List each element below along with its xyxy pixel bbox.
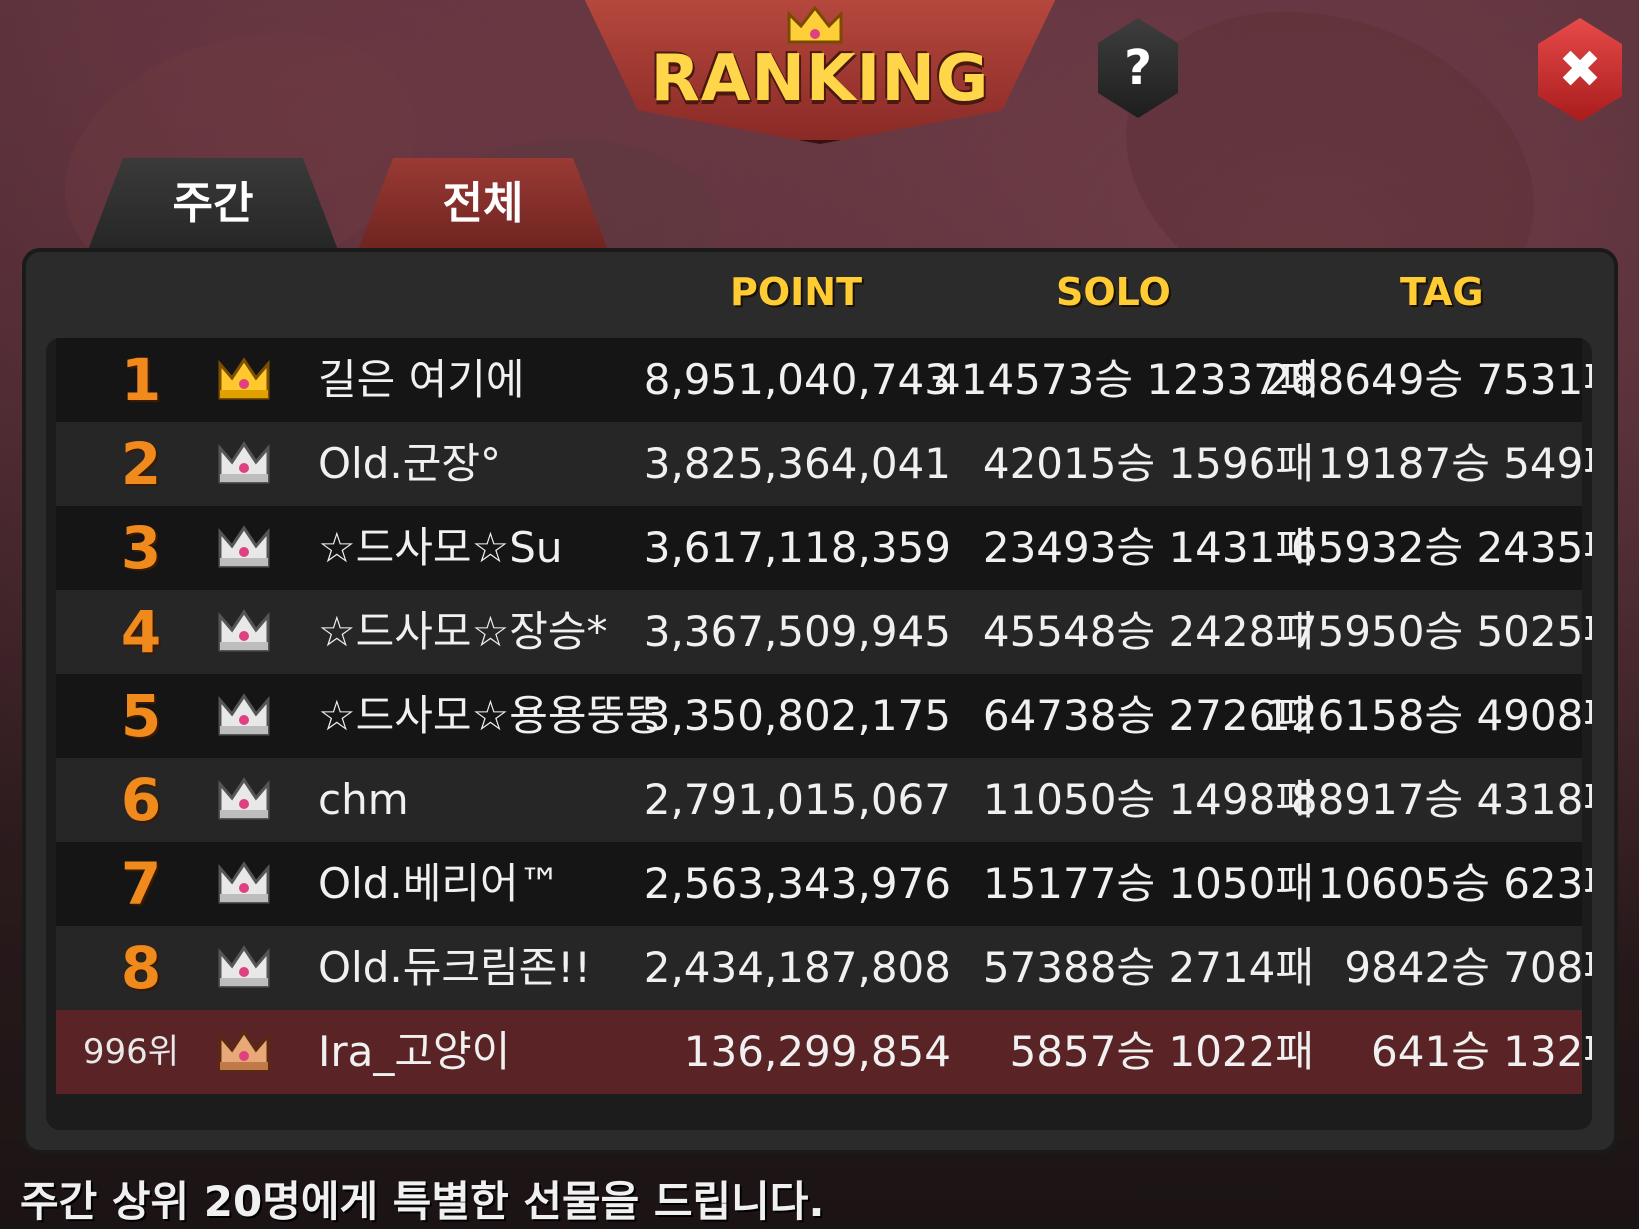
player-point: 2,791,015,067 (643, 775, 951, 824)
rank-number: 2 (120, 430, 162, 498)
silver-crown-icon (218, 609, 270, 652)
rank-number: 996위 (82, 1032, 180, 1072)
column-header-point: POINT (730, 270, 863, 314)
footer-notice: 주간 상위 20명에게 특별한 선물을 드립니다. (20, 1177, 825, 1226)
player-name: chm (318, 775, 409, 824)
player-tag-record: 65932승 2435패 (1290, 523, 1592, 572)
player-tag-record: 10605승 623패 (1317, 859, 1592, 908)
player-tag-record: 126158승 4908패 (1264, 691, 1592, 740)
silver-crown-icon (218, 777, 270, 820)
silver-crown-icon (218, 945, 270, 988)
my-ranking-row[interactable]: 996위 Ira_고양이 136,299,854 5857승 1022패 641… (56, 1010, 1592, 1094)
ranking-row[interactable]: 7 Old.베리어™ 2,563,343,976 15177승 1050패 10… (56, 842, 1592, 926)
ranking-list: 1 길은 여기에 8,951,040,743 414573승 12337패 28… (46, 338, 1592, 1130)
ranking-row[interactable]: 8 Old.듀크림존!! 2,434,187,808 57388승 2714패 … (56, 926, 1592, 1010)
silver-crown-icon (218, 693, 270, 736)
player-name: 길은 여기에 (318, 355, 525, 404)
player-point: 3,367,509,945 (643, 607, 951, 656)
tab-label: 전체 (442, 178, 524, 229)
rank-number: 5 (120, 682, 162, 750)
rank-number: 8 (120, 934, 162, 1002)
rank-number: 1 (120, 346, 162, 414)
rank-number: 6 (120, 766, 162, 834)
ranking-row[interactable]: 1 길은 여기에 8,951,040,743 414573승 12337패 28… (56, 338, 1592, 422)
player-tag-record: 641승 132패 (1371, 1027, 1592, 1076)
column-header-tag: TAG (1400, 270, 1484, 314)
column-header-solo: SOLO (1056, 270, 1171, 314)
player-point: 2,563,343,976 (643, 859, 951, 908)
player-name: ☆드사모☆Su (318, 523, 563, 572)
player-name: Old.군장° (318, 439, 502, 488)
silver-crown-icon (218, 861, 270, 904)
player-tag-record: 9842승 708패 (1344, 943, 1592, 992)
player-tag-record: 75950승 5025패 (1290, 607, 1592, 656)
silver-crown-icon (218, 441, 270, 484)
player-tag-record: 19187승 549패 (1317, 439, 1592, 488)
tab-all[interactable]: 전체 (358, 158, 608, 250)
tab-weekly[interactable]: 주간 (88, 158, 338, 250)
ranking-row[interactable]: 3 ☆드사모☆Su 3,617,118,359 23493승 1431패 659… (56, 506, 1592, 590)
rank-number: 7 (120, 850, 162, 918)
player-name: ☆드사모☆장승* (318, 607, 608, 656)
gold-crown-icon (218, 357, 270, 400)
player-tag-record: 88917승 4318패 (1290, 775, 1592, 824)
ranking-row[interactable]: 5 ☆드사모☆용용뚱뚱 3,350,802,175 64738승 2726패 1… (56, 674, 1592, 758)
ranking-row[interactable]: 2 Old.군장° 3,825,364,041 42015승 1596패 191… (56, 422, 1592, 506)
ranking-row[interactable]: 4 ☆드사모☆장승* 3,367,509,945 45548승 2428패 75… (56, 590, 1592, 674)
player-point: 3,350,802,175 (643, 691, 951, 740)
rank-number: 4 (120, 598, 162, 666)
question-icon: ? (1124, 40, 1152, 96)
ranking-row[interactable]: 6 chm 2,791,015,067 11050승 1498패 88917승 … (56, 758, 1592, 842)
player-tag-record: 288649승 7531패 (1264, 355, 1592, 404)
player-name: Old.듀크림존!! (318, 943, 591, 992)
player-name: Ira_고양이 (318, 1027, 511, 1076)
silver-crown-icon (218, 525, 270, 568)
player-point: 2,434,187,808 (643, 943, 951, 992)
close-icon: ✖ (1558, 40, 1602, 100)
tab-label: 주간 (172, 178, 254, 229)
player-point: 8,951,040,743 (643, 355, 951, 404)
player-point: 3,617,118,359 (643, 523, 951, 572)
player-name: Old.베리어™ (318, 859, 561, 908)
page-title: RANKING (650, 42, 990, 116)
player-point: 136,299,854 (683, 1027, 951, 1076)
player-point: 3,825,364,041 (643, 439, 951, 488)
rank-number: 3 (120, 514, 162, 582)
bronze-crown-icon (218, 1029, 270, 1072)
close-button[interactable]: ✖ (1538, 18, 1622, 122)
